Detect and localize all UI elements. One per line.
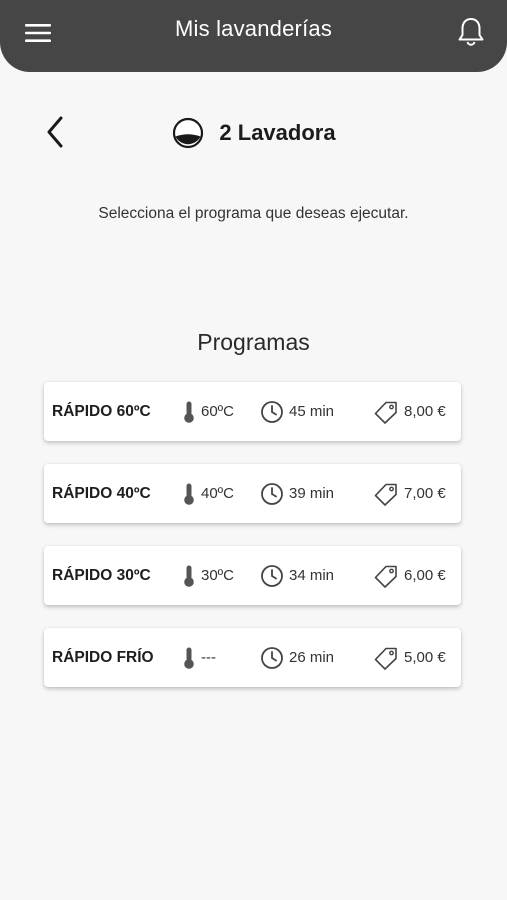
program-name: RÁPIDO FRÍO [52, 649, 154, 666]
thermometer-icon [182, 564, 196, 588]
temperature-value: 60ºC [201, 403, 234, 420]
program-name: RÁPIDO 40ºC [52, 485, 151, 502]
program-duration: 39 min [260, 464, 334, 523]
instruction-text: Selecciona el programa que deseas ejecut… [98, 205, 409, 222]
clock-icon [260, 564, 284, 588]
program-name: RÁPIDO 60ºC [52, 403, 151, 420]
clock-icon [260, 482, 284, 506]
program-price: 7,00 € [373, 464, 446, 523]
price-value: 5,00 € [404, 649, 446, 666]
temperature-value: --- [201, 649, 216, 666]
price-tag-icon [373, 564, 399, 588]
program-temperature: --- [182, 628, 216, 687]
duration-value: 34 min [289, 567, 335, 584]
programs-section-title: Programas [197, 329, 310, 355]
duration-value: 45 min [289, 403, 335, 420]
program-temperature: 40ºC [182, 464, 234, 523]
program-card[interactable]: RÁPIDO 40ºC 40ºC 39 min 7,00 € [44, 464, 461, 523]
program-duration: 45 min [260, 382, 334, 441]
clock-icon [260, 400, 284, 424]
app-header: Mis lavanderías [0, 0, 507, 72]
program-list: RÁPIDO 60ºC 60ºC 45 min 8,00 € RÁPIDO 40… [44, 382, 461, 710]
washer-drum-icon [171, 116, 205, 150]
price-value: 8,00 € [404, 403, 446, 420]
price-value: 6,00 € [404, 567, 446, 584]
thermometer-icon [182, 400, 196, 424]
duration-value: 39 min [289, 485, 335, 502]
bell-icon [456, 16, 486, 48]
app-title: Mis lavanderías [174, 16, 333, 41]
program-price: 8,00 € [373, 382, 446, 441]
program-temperature: 30ºC [182, 546, 234, 605]
program-name: RÁPIDO 30ºC [52, 567, 151, 584]
program-duration: 26 min [260, 628, 334, 687]
duration-value: 26 min [289, 649, 335, 666]
clock-icon [260, 646, 284, 670]
program-card[interactable]: RÁPIDO 30ºC 30ºC 34 min 6,00 € [44, 546, 461, 605]
temperature-value: 30ºC [201, 567, 234, 584]
thermometer-icon [182, 646, 196, 670]
program-temperature: 60ºC [182, 382, 234, 441]
price-tag-icon [373, 646, 399, 670]
program-duration: 34 min [260, 546, 334, 605]
thermometer-icon [182, 482, 196, 506]
machine-name: 2 Lavadora [219, 120, 336, 145]
price-tag-icon [373, 400, 399, 424]
program-price: 5,00 € [373, 628, 446, 687]
program-price: 6,00 € [373, 546, 446, 605]
price-tag-icon [373, 482, 399, 506]
program-card[interactable]: RÁPIDO FRÍO --- 26 min 5,00 € [44, 628, 461, 687]
price-value: 7,00 € [404, 485, 446, 502]
temperature-value: 40ºC [201, 485, 234, 502]
machine-header: 2 Lavadora [0, 115, 507, 151]
notifications-button[interactable] [453, 12, 489, 52]
program-card[interactable]: RÁPIDO 60ºC 60ºC 45 min 8,00 € [44, 382, 461, 441]
